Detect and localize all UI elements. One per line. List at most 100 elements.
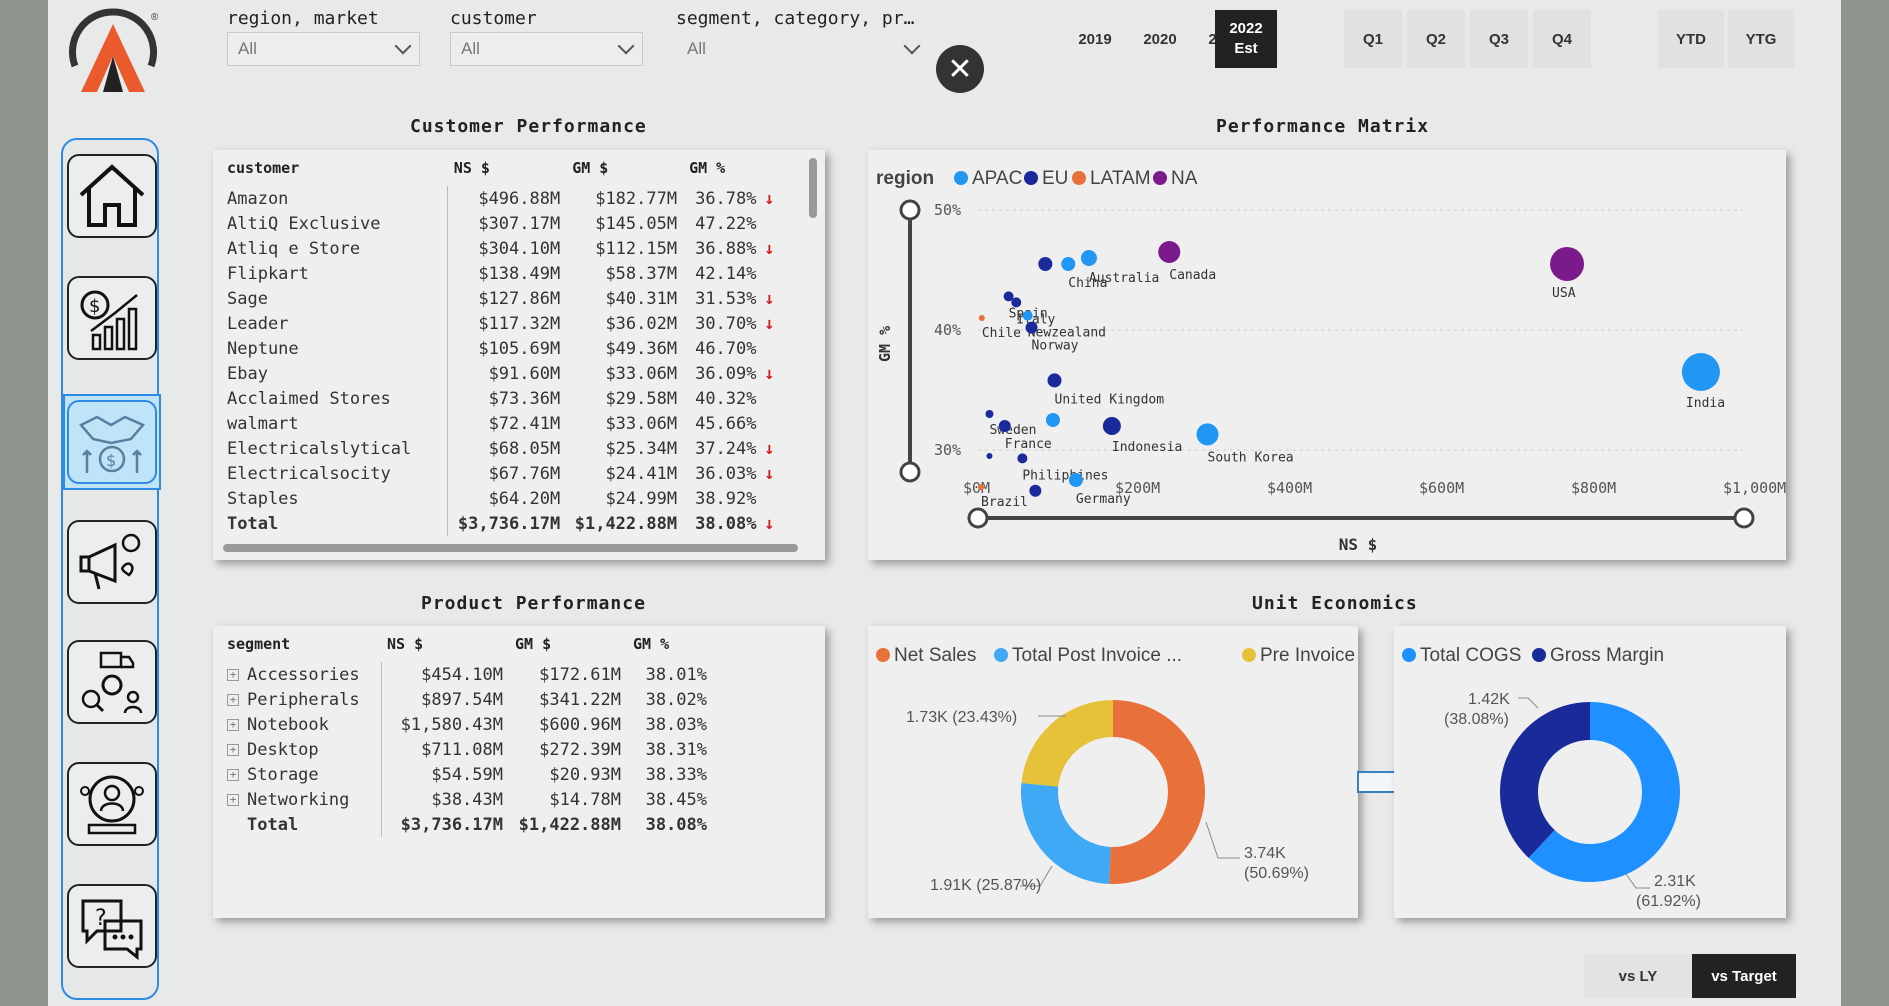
home-nav-button[interactable] [67,154,157,238]
table-row[interactable]: walmart $72.41M $33.06M 45.66% [221,411,781,436]
col-header-segment[interactable]: segment [221,626,381,662]
expand-icon[interactable]: + [227,793,239,806]
scatter-point[interactable] [1011,297,1022,308]
table-row[interactable]: Atliq e Store $304.10M $112.15M 36.88% ↓ [221,236,781,261]
point-label: France [1005,437,1052,452]
supply-chain-nav-button[interactable] [67,640,157,724]
gm-cell: $14.78M [509,787,627,812]
y-range-slider-handle-bottom[interactable] [899,461,921,483]
clear-filters-button[interactable]: ✕ [936,45,984,93]
scatter-point[interactable] [1102,417,1121,435]
quarter-q2-button[interactable]: Q2 [1407,10,1465,68]
expand-icon[interactable]: + [227,668,239,681]
x-range-slider-handle-right[interactable] [1733,507,1755,529]
table-row[interactable]: Ebay $91.60M $33.06M 36.09% ↓ [221,361,781,386]
scatter-point[interactable] [978,315,985,321]
scatter-point[interactable] [1196,423,1219,446]
table-row[interactable]: + Accessories $454.10M $172.61M 38.01% [221,662,713,687]
ytg-button[interactable]: YTG [1728,10,1794,68]
scatter-point[interactable] [986,453,993,459]
legend-label[interactable]: Gross Margin [1550,645,1664,666]
leader-line [1625,873,1650,889]
scatter-point[interactable] [1681,353,1720,391]
expand-icon[interactable]: + [227,743,239,756]
ytd-button[interactable]: YTD [1658,10,1724,68]
expand-icon[interactable]: + [227,693,239,706]
segment-dropdown[interactable]: All [676,32,929,66]
year-2020-button[interactable]: 2020 [1129,10,1191,68]
table-total-row[interactable]: Total $3,736.17M $1,422.88M 38.08% ↓ [221,511,781,536]
quarter-q1-button[interactable]: Q1 [1344,10,1402,68]
legend-label[interactable]: Pre Invoice ... [1260,645,1376,666]
marketing-nav-button[interactable] [67,520,157,604]
col-header-ns[interactable]: NS $ [448,150,566,186]
customer-dropdown[interactable]: All [450,32,643,66]
col-header-gm-pct[interactable]: GM % [683,150,780,186]
scatter-point[interactable] [1038,257,1053,271]
scatter-point[interactable] [1025,321,1038,334]
table-row[interactable]: + Notebook $1,580.43M $600.96M 38.03% [221,712,713,737]
finance-nav-button[interactable]: $ [67,276,157,360]
region-market-dropdown[interactable]: All [227,32,420,66]
year-2019-button[interactable]: 2019 [1064,10,1126,68]
scatter-point[interactable] [1017,453,1028,464]
scatter-point[interactable] [1029,484,1042,497]
scatter-point[interactable] [1045,413,1060,427]
table-row[interactable]: + Peripherals $897.54M $341.22M 38.02% [221,687,713,712]
legend-label[interactable]: Total Post Invoice ... [1012,645,1182,666]
table-row[interactable]: Staples $64.20M $24.99M 38.92% [221,486,781,511]
sales-nav-button[interactable]: $ [67,400,157,484]
sales-slice[interactable] [1021,783,1111,884]
scatter-point[interactable] [1158,241,1181,263]
vertical-scrollbar[interactable] [809,158,817,218]
year-2022-est-button[interactable]: 2022 Est [1215,10,1277,68]
legend-label[interactable]: Net Sales [894,645,976,666]
col-header-gm[interactable]: GM $ [509,626,627,662]
col-header-ns[interactable]: NS $ [381,626,509,662]
table-row[interactable]: + Networking $38.43M $14.78M 38.45% [221,787,713,812]
table-row[interactable]: Electricalsocity $67.76M $24.41M 36.03% ↓ [221,461,781,486]
legend-label[interactable]: LATAM [1090,168,1151,189]
expand-icon[interactable]: + [227,718,239,731]
table-row[interactable]: Neptune $105.69M $49.36M 46.70% [221,336,781,361]
help-nav-button[interactable]: ? [67,884,157,968]
horizontal-scrollbar[interactable] [223,544,798,552]
table-row[interactable]: Electricalslytical $68.05M $25.34M 37.24% ↓ [221,436,781,461]
scatter-point[interactable] [978,484,985,491]
legend-label[interactable]: EU [1042,168,1068,189]
table-row[interactable]: Leader $117.32M $36.02M 30.70% ↓ [221,311,781,336]
scatter-point[interactable] [985,410,994,418]
scatter-point[interactable] [1550,247,1585,281]
scatter-point[interactable] [998,420,1011,432]
scatter-point[interactable] [1047,373,1062,388]
table-row[interactable]: Flipkart $138.49M $58.37M 42.14% [221,261,781,286]
x-range-slider-handle-left[interactable] [967,507,989,529]
col-header-gm-pct[interactable]: GM % [627,626,713,662]
vs-ly-button[interactable]: vs LY [1584,954,1692,998]
table-row[interactable]: Acclaimed Stores $73.36M $29.58M 40.32% [221,386,781,411]
sales-slice[interactable] [1109,700,1205,884]
col-header-gm[interactable]: GM $ [566,150,683,186]
col-header-customer[interactable]: customer [221,150,448,186]
quarter-q3-button[interactable]: Q3 [1470,10,1528,68]
table-row[interactable]: AltiQ Exclusive $307.17M $145.05M 47.22% [221,211,781,236]
y-range-slider-handle-top[interactable] [899,199,921,221]
margin-slice[interactable] [1500,702,1590,858]
scatter-point[interactable] [1068,473,1083,487]
expand-icon[interactable]: + [227,768,239,781]
vs-target-button[interactable]: vs Target [1692,954,1796,998]
table-total-row[interactable]: +Total $3,736.17M $1,422.88M 38.08% [221,812,713,837]
scatter-point[interactable] [1061,257,1076,271]
scatter-point[interactable] [1080,250,1097,266]
scatter-point[interactable] [1022,310,1033,321]
table-row[interactable]: + Desktop $711.08M $272.39M 38.31% [221,737,713,762]
table-row[interactable]: + Storage $54.59M $20.93M 38.33% [221,762,713,787]
legend-label[interactable]: APAC [972,168,1022,189]
sales-slice[interactable] [1021,700,1113,787]
global-nav-button[interactable] [67,762,157,846]
table-row[interactable]: Sage $127.86M $40.31M 31.53% ↓ [221,286,781,311]
legend-label[interactable]: Total COGS [1420,645,1521,666]
quarter-q4-button[interactable]: Q4 [1533,10,1591,68]
table-row[interactable]: Amazon $496.88M $182.77M 36.78% ↓ [221,186,781,211]
legend-label[interactable]: NA [1171,168,1198,189]
